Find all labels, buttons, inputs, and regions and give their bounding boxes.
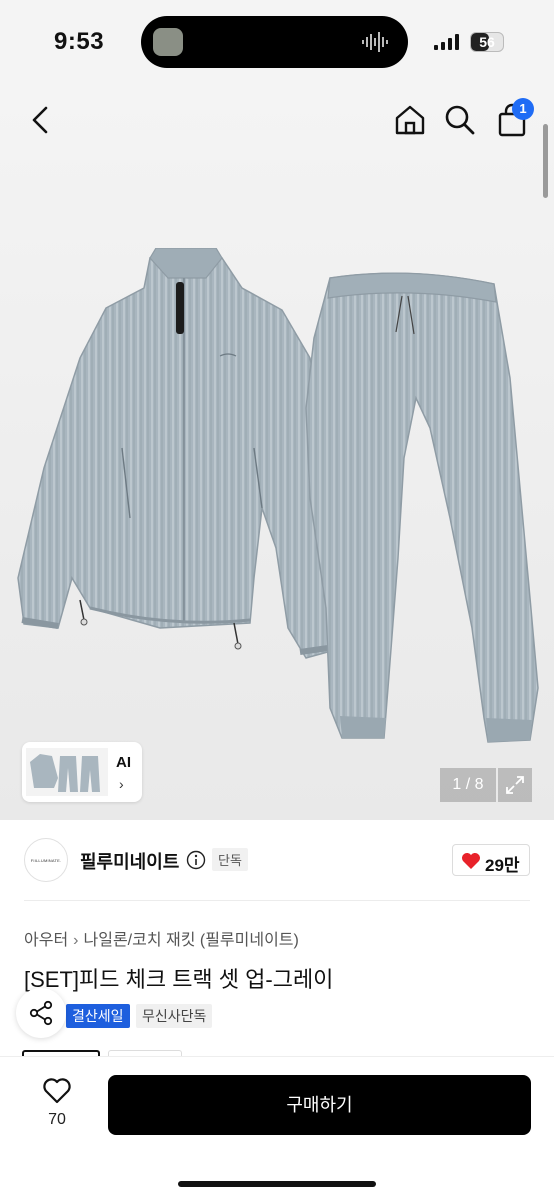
status-bar: 9:53 56 <box>0 0 554 80</box>
tag-musinsa-exclusive: 무신사단독 <box>136 1004 213 1028</box>
brand-logo[interactable]: FIILLUMINATE. <box>24 838 68 882</box>
info-icon[interactable] <box>186 850 206 870</box>
breadcrumb: 아우터 › 나일론/코치 재킷 (필루미네이트) <box>24 926 299 950</box>
back-icon[interactable] <box>28 102 54 138</box>
dynamic-island <box>141 16 408 68</box>
jacket-graphic <box>17 248 346 659</box>
cart-count-badge: 1 <box>512 98 534 120</box>
brand-like-button[interactable]: 29만 <box>452 844 530 876</box>
bottom-action-bar: 70 구매하기 <box>0 1056 554 1200</box>
buy-button[interactable]: 구매하기 <box>108 1075 531 1135</box>
battery-indicator: 56 <box>470 32 504 52</box>
tag-sale: 결산세일 <box>66 1004 130 1028</box>
product-title: [SET]피드 체크 트랙 셋 업-그레이 <box>24 967 334 992</box>
home-icon[interactable] <box>394 104 426 136</box>
heart-outline-icon <box>43 1078 71 1104</box>
breadcrumb-item-category[interactable]: 아우터 <box>24 932 68 949</box>
expand-icon <box>506 776 524 794</box>
expand-button[interactable] <box>498 768 532 802</box>
scroll-indicator[interactable] <box>543 124 548 198</box>
divider <box>24 900 530 901</box>
chevron-right-icon: › <box>73 932 79 949</box>
ai-label: AI <box>116 754 131 771</box>
wishlist-button[interactable]: 70 <box>30 1075 84 1135</box>
pants-graphic <box>305 272 539 743</box>
heart-icon <box>462 853 480 869</box>
product-image <box>17 248 539 743</box>
brand-row: FIILLUMINATE. 필루미네이트 단독 29만 <box>0 838 554 882</box>
image-page-counter: 1 / 8 <box>440 768 496 802</box>
share-icon <box>29 1000 53 1026</box>
brand-like-count: 29만 <box>485 856 520 875</box>
ai-similar-items-button[interactable]: AI › <box>22 742 142 802</box>
search-icon[interactable] <box>444 104 476 136</box>
brand-name[interactable]: 필루미네이트 <box>80 848 179 874</box>
status-time: 9:53 <box>54 28 105 55</box>
cellular-signal-icon <box>434 34 459 50</box>
battery-level: 56 <box>479 34 495 50</box>
wishlist-count: 70 <box>48 1111 66 1128</box>
chevron-right-icon: › <box>119 776 124 792</box>
home-indicator[interactable] <box>178 1181 376 1187</box>
breadcrumb-item-subcategory[interactable]: 나일론/코치 재킷 (필루미네이트) <box>84 932 299 949</box>
waveform-icon <box>362 32 388 52</box>
share-button[interactable] <box>16 988 66 1038</box>
exclusive-badge: 단독 <box>212 848 248 871</box>
now-playing-artwork <box>153 28 183 56</box>
ai-thumbnail-image <box>26 748 108 796</box>
cart-button[interactable]: 1 <box>496 98 534 138</box>
product-gallery[interactable]: 1 AI › 1 / 8 <box>0 80 554 820</box>
